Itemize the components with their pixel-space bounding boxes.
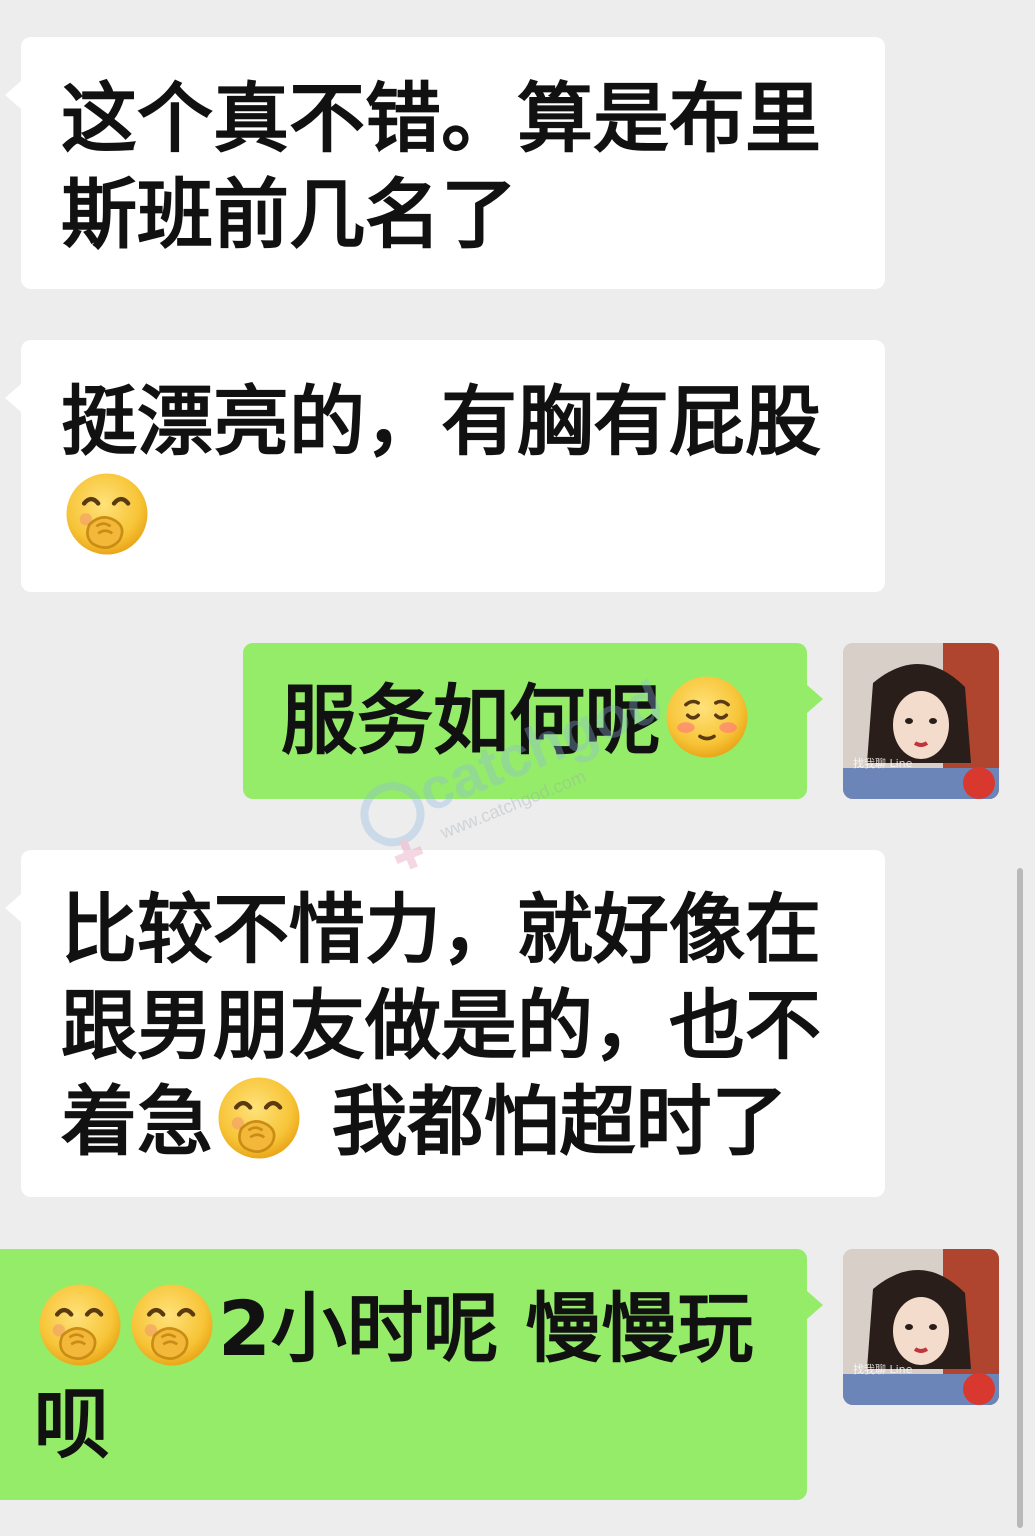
message-text: 斯班前几名了 [61, 170, 517, 259]
message-text: 着急 [61, 1077, 213, 1166]
message-text: 2小时呢 慢慢玩 [218, 1284, 754, 1373]
message-text: 呗 [34, 1380, 110, 1469]
avatar[interactable]: 找我聊 Line [843, 1249, 999, 1405]
avatar[interactable]: 找我聊 Line [843, 643, 999, 799]
hand-over-mouth-emoji [128, 1281, 216, 1369]
profile-photo-icon [843, 643, 999, 799]
message-text: 服务如何呢 [281, 676, 661, 765]
message-bubble-incoming[interactable]: 这个真不错。算是布里 斯班前几名了 [5, 37, 885, 289]
message-bubble-incoming[interactable]: 比较不惜力，就好像在 跟男朋友做是的，也不 着急 我都怕超时了 [5, 850, 885, 1197]
hand-over-mouth-emoji [63, 470, 151, 558]
message-text: 跟男朋友做是的，也不 [61, 981, 821, 1070]
hand-over-mouth-emoji [215, 1074, 303, 1162]
scrollbar[interactable] [1017, 868, 1023, 1528]
hand-over-mouth-emoji [36, 1281, 124, 1369]
message-text: 我都怕超时了 [305, 1077, 788, 1166]
message-text: 比较不惜力，就好像在 [61, 885, 821, 974]
message-bubble-outgoing[interactable]: 服务如何呢 [243, 643, 823, 799]
profile-photo-icon [843, 1249, 999, 1405]
avatar-caption: 找我聊 Line [853, 757, 913, 770]
message-text: 这个真不错。算是布里 [61, 74, 821, 163]
pleading-blush-emoji [663, 673, 751, 761]
message-bubble-outgoing[interactable]: 2小时呢 慢慢玩 呗 [0, 1249, 823, 1500]
avatar-caption: 找我聊 Line [853, 1363, 913, 1376]
message-text: 挺漂亮的，有胸有屁股 [61, 377, 821, 466]
message-bubble-incoming[interactable]: 挺漂亮的，有胸有屁股 [5, 340, 885, 592]
